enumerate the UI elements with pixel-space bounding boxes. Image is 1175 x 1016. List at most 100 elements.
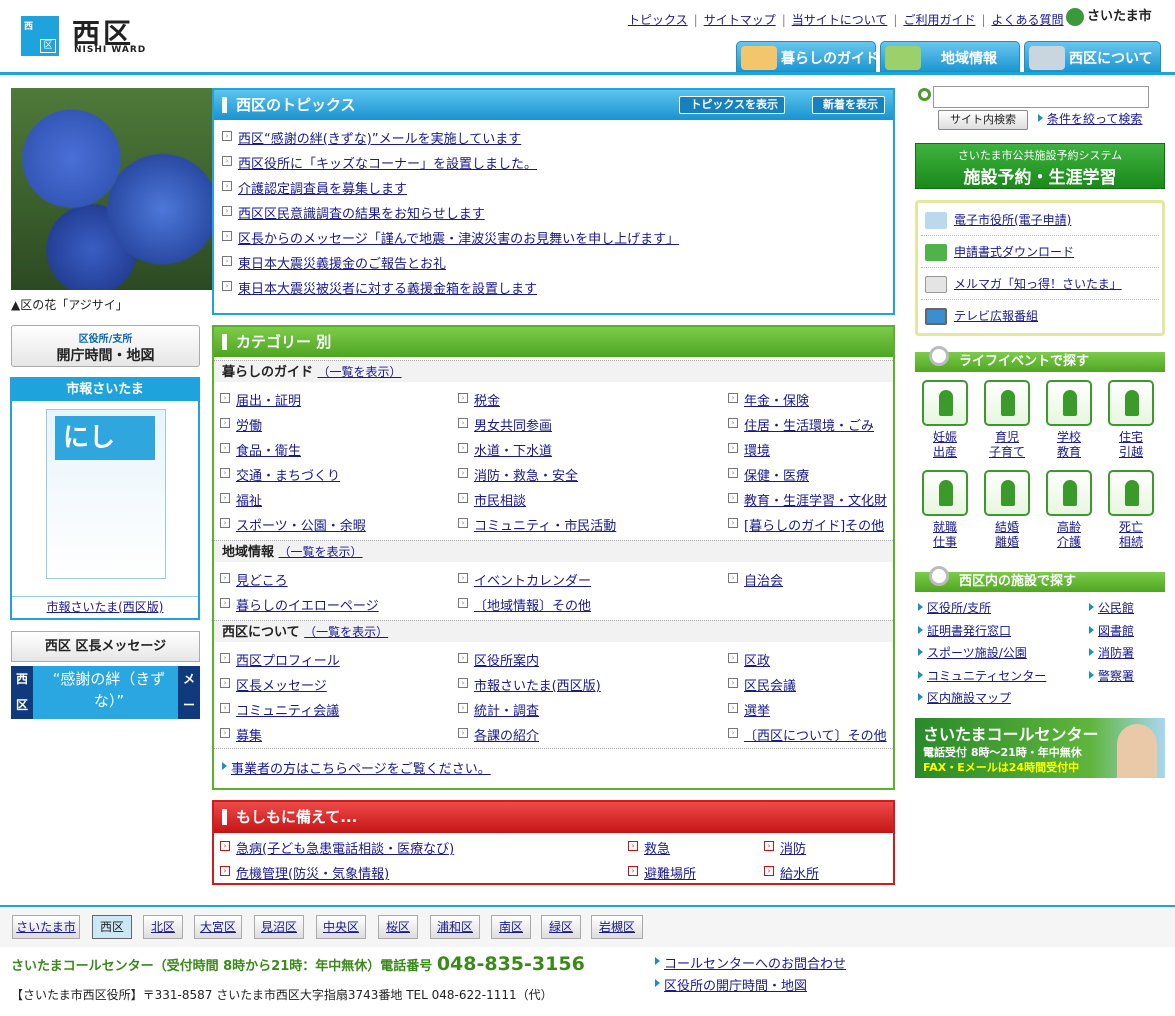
tv-program-link[interactable]: テレビ広報番組 [921, 302, 1159, 332]
category-link[interactable]: › スポーツ・公園・余暇 [220, 515, 366, 534]
emergency-link[interactable]: › 救急 [628, 838, 670, 857]
emergency-link[interactable]: › 避難場所 [628, 863, 696, 882]
list-all-guide[interactable]: （一覧を表示） [318, 365, 402, 379]
tab-about-ward[interactable]: 西区について [1024, 41, 1161, 72]
category-link[interactable]: › 年金・保険 [728, 390, 809, 409]
category-link[interactable]: › 選挙 [728, 700, 770, 719]
kizuna-mail-banner[interactable]: 西区 “感謝の絆（きずな）” メール [11, 666, 200, 738]
facility-link[interactable]: 区内施設マップ [918, 689, 1011, 706]
category-link[interactable]: › 区長メッセージ [220, 675, 327, 694]
life-event-job[interactable]: 就職 仕事 [921, 470, 969, 550]
office-hours-map-link[interactable]: 区役所の開庁時間・地図 [655, 975, 807, 994]
category-link[interactable]: › 消防・救急・安全 [458, 465, 578, 484]
category-link[interactable]: › 男女共同参画 [458, 415, 552, 434]
topic-item[interactable]: › 西区役所に「キッズなコーナー」を設置しました。 [222, 153, 537, 172]
category-link[interactable]: › 食品・衛生 [220, 440, 301, 459]
category-link[interactable]: › 募集 [220, 725, 262, 744]
facility-link[interactable]: 証明書発行窓口 [918, 622, 1011, 639]
mail-magazine-link[interactable]: メルマガ「知っ得！さいたま」 [921, 270, 1159, 300]
ward-tab-minami[interactable]: 南区 [491, 915, 531, 939]
category-link[interactable]: › 統計・調査 [458, 700, 539, 719]
topic-item[interactable]: › 東日本大震災義援金のご報告とお礼 [222, 253, 446, 272]
tab-area-info[interactable]: 地域情報 [880, 41, 1020, 72]
link-guide[interactable]: ご利用ガイド [903, 13, 975, 27]
ward-tab-nishi[interactable]: 西区 [92, 915, 132, 939]
newsletter-cover[interactable]: にし [46, 409, 166, 579]
life-event-school[interactable]: 学校 教育 [1045, 380, 1093, 460]
emergency-link[interactable]: › 消防 [764, 838, 806, 857]
category-link[interactable]: › 労働 [220, 415, 262, 434]
ward-logo-mark[interactable]: 西 区 [21, 16, 59, 56]
category-link[interactable]: › 税金 [458, 390, 500, 409]
advanced-search-link[interactable]: 条件を絞って検索 [1038, 110, 1142, 127]
ward-tab-midori[interactable]: 緑区 [541, 915, 581, 939]
category-link[interactable]: › 保健・医療 [728, 465, 809, 484]
topic-item[interactable]: › 区長からのメッセージ「謹んで地震・津波災害のお見舞いを申し上げます」 [222, 228, 679, 247]
category-link[interactable]: › コミュニティ・市民活動 [458, 515, 616, 534]
category-link[interactable]: › コミュニティ会議 [220, 700, 339, 719]
category-link[interactable]: › 教育・生涯学習・文化財 [728, 490, 887, 509]
category-link[interactable]: › 住居・生活環境・ごみ [728, 415, 874, 434]
ward-tab-chuo[interactable]: 中央区 [316, 915, 366, 939]
ward-tab-omiya[interactable]: 大宮区 [194, 915, 242, 939]
life-event-death[interactable]: 死亡 相続 [1107, 470, 1155, 550]
life-event-elderly[interactable]: 高齢 介護 [1045, 470, 1093, 550]
ward-tab-kita[interactable]: 北区 [143, 915, 183, 939]
facility-link[interactable]: スポーツ施設/公園 [918, 644, 1027, 661]
facility-link[interactable]: 消防署 [1089, 644, 1134, 661]
category-link[interactable]: › 環境 [728, 440, 770, 459]
saitama-city-logo[interactable]: さいたま市 [1066, 5, 1152, 26]
category-link[interactable]: › イベントカレンダー [458, 570, 591, 589]
category-link[interactable]: › 見どころ [220, 570, 288, 589]
category-link[interactable]: › 市民相談 [458, 490, 526, 509]
category-link[interactable]: › 〔西区について〕その他 [728, 725, 887, 744]
life-event-housing[interactable]: 住宅 引越 [1107, 380, 1155, 460]
facility-link[interactable]: コミュニティセンター [918, 667, 1046, 684]
link-about-site[interactable]: 当サイトについて [792, 13, 888, 27]
topic-item[interactable]: › 介護認定調査員を募集します [222, 178, 407, 197]
life-event-marriage[interactable]: 結婚 離婚 [983, 470, 1031, 550]
business-link[interactable]: 事業者の方はこちらページをご覧ください。 [222, 758, 491, 777]
call-center-contact-link[interactable]: コールセンターへのお問合わせ [655, 953, 846, 972]
newsletter-link[interactable]: 市報さいたま(西区版) [46, 600, 163, 614]
category-link[interactable]: › 市報さいたま(西区版) [458, 675, 601, 694]
facility-reservation-banner[interactable]: さいたま市公共施設予約システム 施設予約・生涯学習 [915, 143, 1165, 189]
category-link[interactable]: › 西区プロフィール [220, 650, 340, 669]
ward-tab-sakura[interactable]: 桜区 [378, 915, 418, 939]
form-download-link[interactable]: 申請書式ダウンロード [921, 238, 1159, 268]
list-all-about[interactable]: （一覧を表示） [304, 625, 388, 639]
ward-tab-minuma[interactable]: 見沼区 [254, 915, 304, 939]
link-topics[interactable]: トピックス [628, 13, 688, 27]
tab-life-guide[interactable]: 暮らしのガイド [736, 41, 879, 72]
topic-item[interactable]: › 東日本大震災被災者に対する義援金箱を設置します [222, 278, 537, 297]
ward-tab-urawa[interactable]: 浦和区 [430, 915, 480, 939]
category-link[interactable]: › 〔地域情報〕その他 [458, 595, 591, 614]
facility-link[interactable]: 図書館 [1089, 622, 1134, 639]
category-link[interactable]: › 各課の紹介 [458, 725, 539, 744]
e-city-hall-link[interactable]: 電子市役所(電子申請) [921, 206, 1159, 236]
topic-item[interactable]: › 西区“感謝の絆(きずな)”メールを実施しています [222, 128, 521, 147]
office-hours-button[interactable]: 区役所/支所 開庁時間・地図 [11, 325, 200, 367]
call-center-banner[interactable]: さいたまコールセンター 電話受付 8時〜21時・年中無休 FAX・Eメールは24… [915, 718, 1165, 778]
facility-link[interactable]: 区役所/支所 [918, 599, 991, 616]
link-faq[interactable]: よくある質問 [992, 13, 1064, 27]
link-sitemap[interactable]: サイトマップ [704, 13, 776, 27]
ward-tab-saitama[interactable]: さいたま市 [12, 915, 80, 939]
category-link[interactable]: › 届出・証明 [220, 390, 301, 409]
list-all-area[interactable]: （一覧を表示） [279, 545, 363, 559]
life-event-pregnancy[interactable]: 妊娠 出産 [921, 380, 969, 460]
emergency-link[interactable]: › 危機管理(防災・気象情報) [220, 863, 389, 882]
site-search-button[interactable]: サイト内検索 [938, 110, 1028, 130]
emergency-link[interactable]: › 給水所 [764, 863, 819, 882]
category-link[interactable]: › 交通・まちづくり [220, 465, 340, 484]
category-link[interactable]: › 暮らしのイエローページ [220, 595, 379, 614]
life-event-childcare[interactable]: 育児 子育て [983, 380, 1031, 460]
emergency-link[interactable]: › 急病(子ども急患電話相談・医療なび) [220, 838, 454, 857]
category-link[interactable]: › 水道・下水道 [458, 440, 552, 459]
category-link[interactable]: › 区役所案内 [458, 650, 539, 669]
category-link[interactable]: › 区民会議 [728, 675, 796, 694]
show-new-button[interactable]: 新着を表示 [812, 96, 885, 114]
facility-link[interactable]: 公民館 [1089, 599, 1134, 616]
topic-item[interactable]: › 西区区民意識調査の結果をお知らせします [222, 203, 485, 222]
category-link[interactable]: › [暮らしのガイド]その他 [728, 515, 884, 534]
